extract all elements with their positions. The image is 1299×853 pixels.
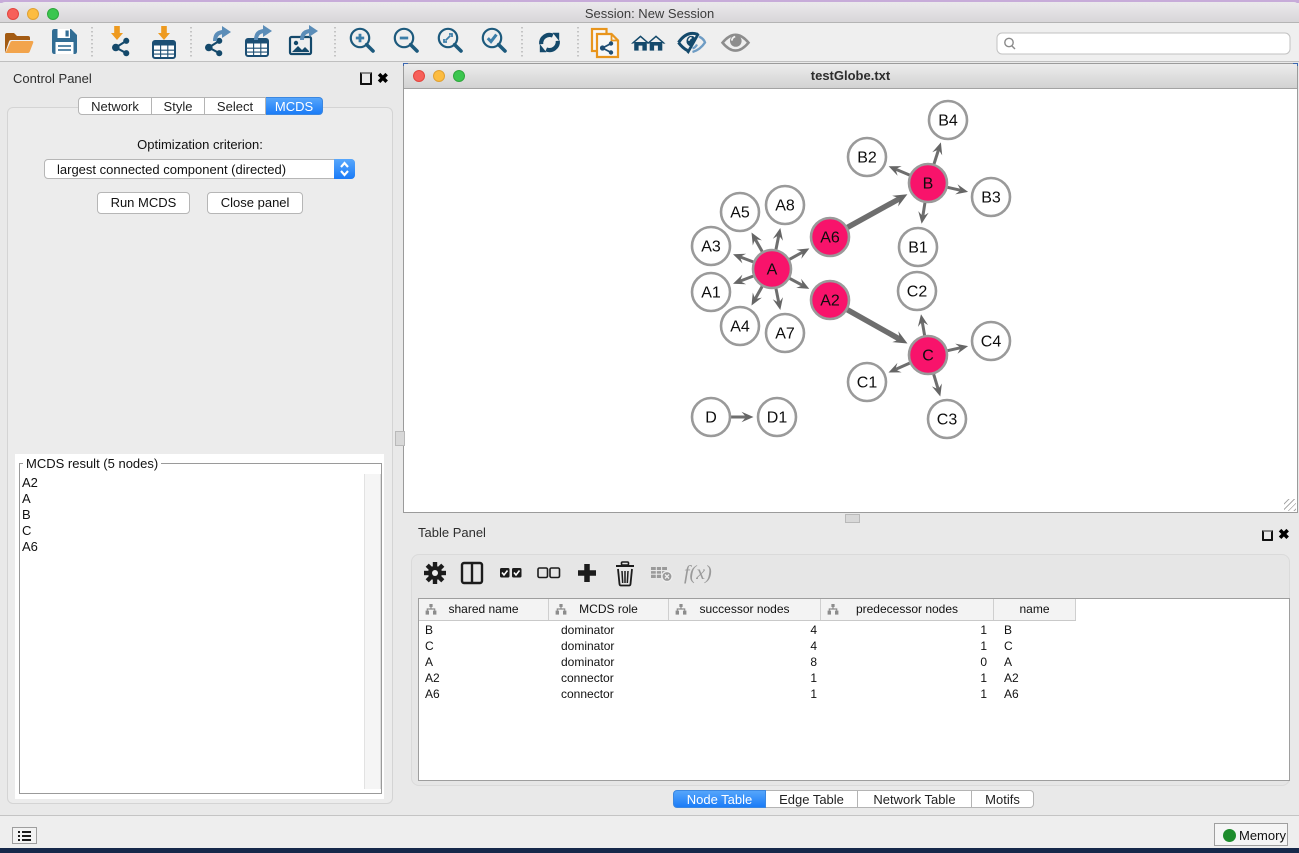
svg-text:B2: B2 <box>857 150 877 167</box>
svg-text:C2: C2 <box>907 284 928 301</box>
svg-text:B1: B1 <box>908 240 928 257</box>
svg-text:f(x): f(x) <box>684 562 712 584</box>
svg-text:A3: A3 <box>701 239 721 256</box>
svg-text:D1: D1 <box>767 410 788 427</box>
svg-text:D: D <box>705 410 717 427</box>
svg-text:C4: C4 <box>981 334 1002 351</box>
svg-text:A5: A5 <box>730 205 750 222</box>
svg-text:B: B <box>923 176 934 193</box>
svg-text:A6: A6 <box>820 230 840 247</box>
svg-text:A2: A2 <box>820 293 840 310</box>
svg-text:A7: A7 <box>775 326 795 343</box>
svg-text:B4: B4 <box>938 113 958 130</box>
svg-text:C1: C1 <box>857 375 878 392</box>
svg-text:C: C <box>922 348 934 365</box>
svg-text:A: A <box>767 262 778 279</box>
svg-text:B3: B3 <box>981 190 1001 207</box>
svg-text:A1: A1 <box>701 285 721 302</box>
svg-text:A8: A8 <box>775 198 795 215</box>
svg-text:C3: C3 <box>937 412 958 429</box>
svg-text:A4: A4 <box>730 319 750 336</box>
